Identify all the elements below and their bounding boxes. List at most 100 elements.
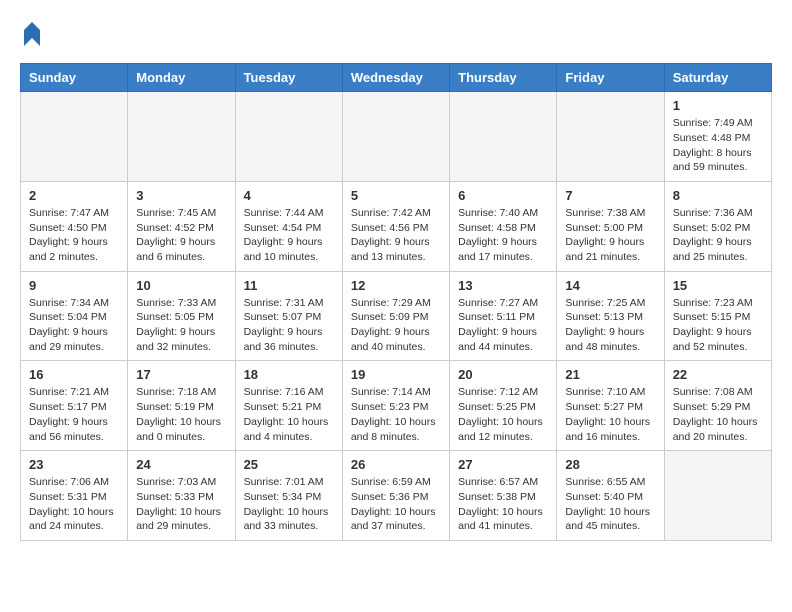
calendar-cell: [21, 92, 128, 182]
calendar-cell: 12 Sunrise: 7:29 AM Sunset: 5:09 PM Dayli…: [342, 271, 449, 361]
calendar-cell: 3 Sunrise: 7:45 AM Sunset: 4:52 PM Daylig…: [128, 181, 235, 271]
calendar-cell: 26 Sunrise: 6:59 AM Sunset: 5:36 PM Dayli…: [342, 451, 449, 541]
weekday-header-sunday: Sunday: [21, 64, 128, 92]
calendar-week-row: 2 Sunrise: 7:47 AM Sunset: 4:50 PM Daylig…: [21, 181, 772, 271]
weekday-header-monday: Monday: [128, 64, 235, 92]
calendar-cell: 13 Sunrise: 7:27 AM Sunset: 5:11 PM Dayli…: [450, 271, 557, 361]
calendar-cell: 9 Sunrise: 7:34 AM Sunset: 5:04 PM Daylig…: [21, 271, 128, 361]
day-info: Sunrise: 7:34 AM Sunset: 5:04 PM Dayligh…: [29, 296, 119, 355]
day-info: Sunrise: 7:03 AM Sunset: 5:33 PM Dayligh…: [136, 475, 226, 534]
calendar-week-row: 23Sunrise: 7:06 AM Sunset: 5:31 PM Dayli…: [21, 451, 772, 541]
calendar-cell: 6 Sunrise: 7:40 AM Sunset: 4:58 PM Daylig…: [450, 181, 557, 271]
logo-text: [20, 20, 42, 53]
day-info: Sunrise: 6:59 AM Sunset: 5:36 PM Dayligh…: [351, 475, 441, 534]
day-info: Sunrise: 7:27 AM Sunset: 5:11 PM Dayligh…: [458, 296, 548, 355]
calendar-cell: [664, 451, 771, 541]
day-info: Sunrise: 7:45 AM Sunset: 4:52 PM Dayligh…: [136, 206, 226, 265]
day-number: 2: [29, 188, 119, 203]
weekday-header-row: SundayMondayTuesdayWednesdayThursdayFrid…: [21, 64, 772, 92]
day-info: Sunrise: 7:23 AM Sunset: 5:15 PM Dayligh…: [673, 296, 763, 355]
calendar-cell: 25 Sunrise: 7:01 AM Sunset: 5:34 PM Dayli…: [235, 451, 342, 541]
day-number: 4: [244, 188, 334, 203]
day-info: Sunrise: 7:25 AM Sunset: 5:13 PM Dayligh…: [565, 296, 655, 355]
day-number: 18: [244, 367, 334, 382]
day-number: 12: [351, 278, 441, 293]
calendar-cell: [235, 92, 342, 182]
day-number: 22: [673, 367, 763, 382]
weekday-header-wednesday: Wednesday: [342, 64, 449, 92]
day-info: Sunrise: 7:10 AM Sunset: 5:27 PM Dayligh…: [565, 385, 655, 444]
day-info: Sunrise: 7:33 AM Sunset: 5:05 PM Dayligh…: [136, 296, 226, 355]
day-info: Sunrise: 7:29 AM Sunset: 5:09 PM Dayligh…: [351, 296, 441, 355]
day-info: Sunrise: 7:44 AM Sunset: 4:54 PM Dayligh…: [244, 206, 334, 265]
day-number: 13: [458, 278, 548, 293]
day-number: 5: [351, 188, 441, 203]
calendar-cell: 16 Sunrise: 7:21 AM Sunset: 5:17 PM Dayli…: [21, 361, 128, 451]
calendar-cell: 27 Sunrise: 6:57 AM Sunset: 5:38 PM Dayli…: [450, 451, 557, 541]
day-info: Sunrise: 7:14 AM Sunset: 5:23 PM Dayligh…: [351, 385, 441, 444]
calendar-cell: 21 Sunrise: 7:10 AM Sunset: 5:27 PM Dayli…: [557, 361, 664, 451]
calendar-cell: 7 Sunrise: 7:38 AM Sunset: 5:00 PM Daylig…: [557, 181, 664, 271]
calendar-cell: [450, 92, 557, 182]
day-number: 19: [351, 367, 441, 382]
calendar-cell: 28 Sunrise: 6:55 AM Sunset: 5:40 PM Dayli…: [557, 451, 664, 541]
calendar-cell: [128, 92, 235, 182]
day-number: 28: [565, 457, 655, 472]
calendar-cell: 14 Sunrise: 7:25 AM Sunset: 5:13 PM Dayli…: [557, 271, 664, 361]
logo-icon: [22, 20, 42, 48]
calendar-cell: 4 Sunrise: 7:44 AM Sunset: 4:54 PM Daylig…: [235, 181, 342, 271]
calendar-cell: 11Sunrise: 7:31 AM Sunset: 5:07 PM Dayli…: [235, 271, 342, 361]
calendar-cell: 2 Sunrise: 7:47 AM Sunset: 4:50 PM Daylig…: [21, 181, 128, 271]
calendar-cell: 17 Sunrise: 7:18 AM Sunset: 5:19 PM Dayli…: [128, 361, 235, 451]
day-info: Sunrise: 7:31 AM Sunset: 5:07 PM Dayligh…: [244, 296, 334, 355]
day-number: 7: [565, 188, 655, 203]
day-number: 6: [458, 188, 548, 203]
calendar-cell: 23Sunrise: 7:06 AM Sunset: 5:31 PM Dayli…: [21, 451, 128, 541]
day-info: Sunrise: 7:16 AM Sunset: 5:21 PM Dayligh…: [244, 385, 334, 444]
day-number: 25: [244, 457, 334, 472]
day-info: Sunrise: 7:01 AM Sunset: 5:34 PM Dayligh…: [244, 475, 334, 534]
day-info: Sunrise: 7:36 AM Sunset: 5:02 PM Dayligh…: [673, 206, 763, 265]
day-number: 15: [673, 278, 763, 293]
day-info: Sunrise: 6:55 AM Sunset: 5:40 PM Dayligh…: [565, 475, 655, 534]
day-info: Sunrise: 7:18 AM Sunset: 5:19 PM Dayligh…: [136, 385, 226, 444]
logo: [20, 20, 42, 53]
calendar-cell: 8 Sunrise: 7:36 AM Sunset: 5:02 PM Daylig…: [664, 181, 771, 271]
weekday-header-friday: Friday: [557, 64, 664, 92]
day-number: 3: [136, 188, 226, 203]
day-info: Sunrise: 7:38 AM Sunset: 5:00 PM Dayligh…: [565, 206, 655, 265]
day-number: 21: [565, 367, 655, 382]
calendar-cell: 1Sunrise: 7:49 AM Sunset: 4:48 PM Daylig…: [664, 92, 771, 182]
day-number: 1: [673, 98, 763, 113]
weekday-header-tuesday: Tuesday: [235, 64, 342, 92]
day-number: 16: [29, 367, 119, 382]
weekday-header-thursday: Thursday: [450, 64, 557, 92]
day-info: Sunrise: 7:42 AM Sunset: 4:56 PM Dayligh…: [351, 206, 441, 265]
day-number: 20: [458, 367, 548, 382]
day-info: Sunrise: 7:21 AM Sunset: 5:17 PM Dayligh…: [29, 385, 119, 444]
calendar-cell: 22 Sunrise: 7:08 AM Sunset: 5:29 PM Dayli…: [664, 361, 771, 451]
calendar-cell: 24Sunrise: 7:03 AM Sunset: 5:33 PM Dayli…: [128, 451, 235, 541]
calendar-cell: 19 Sunrise: 7:14 AM Sunset: 5:23 PM Dayli…: [342, 361, 449, 451]
day-number: 10: [136, 278, 226, 293]
day-info: Sunrise: 7:08 AM Sunset: 5:29 PM Dayligh…: [673, 385, 763, 444]
day-info: Sunrise: 7:40 AM Sunset: 4:58 PM Dayligh…: [458, 206, 548, 265]
day-info: Sunrise: 7:06 AM Sunset: 5:31 PM Dayligh…: [29, 475, 119, 534]
calendar-cell: 20 Sunrise: 7:12 AM Sunset: 5:25 PM Dayli…: [450, 361, 557, 451]
day-info: Sunrise: 6:57 AM Sunset: 5:38 PM Dayligh…: [458, 475, 548, 534]
calendar-week-row: 1Sunrise: 7:49 AM Sunset: 4:48 PM Daylig…: [21, 92, 772, 182]
calendar-cell: 5 Sunrise: 7:42 AM Sunset: 4:56 PM Daylig…: [342, 181, 449, 271]
calendar-cell: [342, 92, 449, 182]
day-number: 17: [136, 367, 226, 382]
calendar-cell: 18 Sunrise: 7:16 AM Sunset: 5:21 PM Dayli…: [235, 361, 342, 451]
day-info: Sunrise: 7:12 AM Sunset: 5:25 PM Dayligh…: [458, 385, 548, 444]
calendar-cell: [557, 92, 664, 182]
day-info: Sunrise: 7:47 AM Sunset: 4:50 PM Dayligh…: [29, 206, 119, 265]
day-number: 8: [673, 188, 763, 203]
day-number: 9: [29, 278, 119, 293]
day-number: 27: [458, 457, 548, 472]
day-number: 14: [565, 278, 655, 293]
calendar-week-row: 16 Sunrise: 7:21 AM Sunset: 5:17 PM Dayli…: [21, 361, 772, 451]
day-number: 26: [351, 457, 441, 472]
weekday-header-saturday: Saturday: [664, 64, 771, 92]
